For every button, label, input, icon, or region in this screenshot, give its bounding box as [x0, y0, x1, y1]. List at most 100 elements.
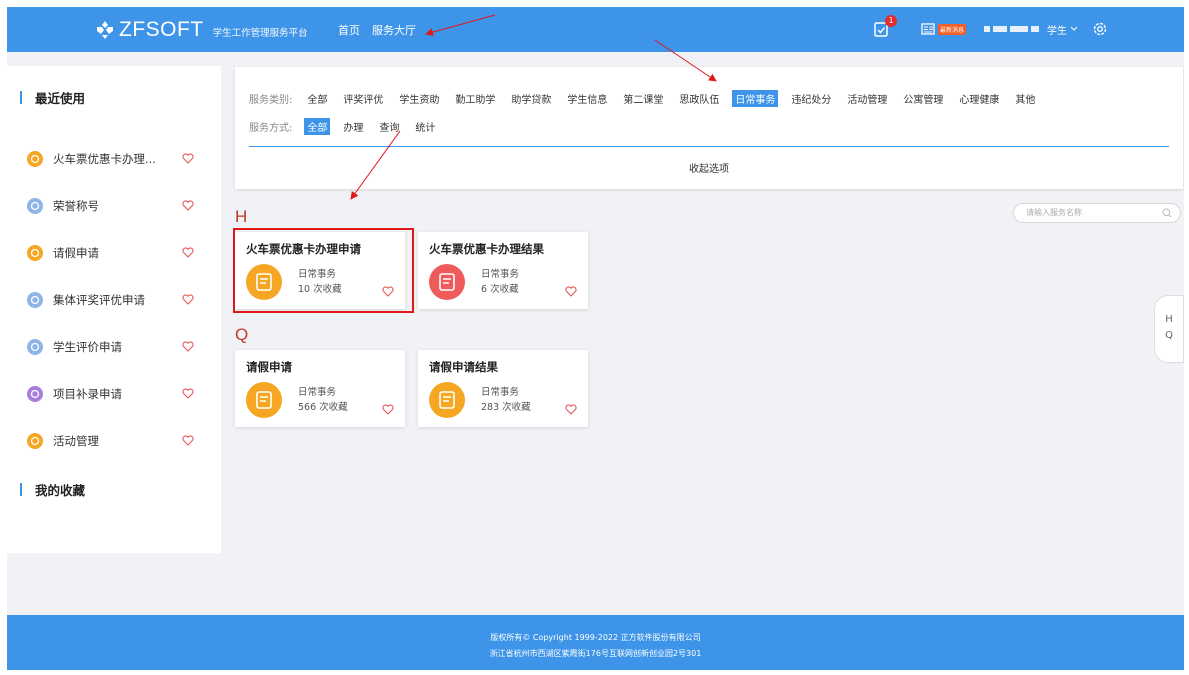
index-letter-h[interactable]: H: [1155, 312, 1183, 328]
top-header: ZFSOFT 学生工作管理服务平台 首页 服务大厅 1 最新消息 学生: [7, 7, 1184, 52]
sidebar: 最近使用 火车票优惠卡办理... 荣誉称号请假申请集体评奖评优申请学生评价申请项目…: [7, 66, 221, 553]
mode-label: 服务方式:: [249, 123, 293, 134]
heart-icon[interactable]: [182, 153, 194, 164]
sidebar-item-label: 火车票优惠卡办理...: [53, 152, 156, 166]
sidebar-item[interactable]: 集体评奖评优申请: [27, 290, 207, 310]
category-option[interactable]: 活动管理: [844, 90, 890, 107]
sidebar-item-label: 活动管理: [53, 434, 99, 448]
mode-option[interactable]: 全部: [304, 118, 331, 135]
annotation-highlight-box: [233, 228, 414, 313]
favorites-title: 我的收藏: [20, 480, 85, 499]
search-icon[interactable]: [1162, 208, 1172, 218]
service-icon: [27, 386, 43, 402]
role-label: 学生: [1047, 25, 1068, 37]
heart-icon[interactable]: [182, 200, 194, 211]
service-icon: [27, 433, 43, 449]
heart-icon[interactable]: [382, 400, 394, 415]
heart-icon[interactable]: [565, 400, 577, 415]
divider: [249, 146, 1169, 147]
category-option[interactable]: 评奖评优: [340, 90, 386, 107]
mode-option[interactable]: 统计: [412, 118, 438, 135]
card-title: 请假申请: [246, 360, 292, 374]
logo-text: ZFSOFT: [119, 18, 204, 41]
page: ZFSOFT 学生工作管理服务平台 首页 服务大厅 1 最新消息 学生 最近使用…: [7, 7, 1184, 670]
role-dropdown[interactable]: 学生: [1047, 22, 1078, 37]
footer: 版权所有© Copyright 1999-2022 正方软件股份有限公司 浙江省…: [7, 615, 1184, 670]
service-icon: [27, 198, 43, 214]
service-card[interactable]: 火车票优惠卡办理结果日常事务 6 次收藏: [418, 232, 588, 309]
heart-icon[interactable]: [182, 341, 194, 352]
category-option[interactable]: 勤工助学: [452, 90, 498, 107]
sidebar-item[interactable]: 活动管理: [27, 431, 207, 451]
category-option[interactable]: 公寓管理: [900, 90, 946, 107]
heart-icon[interactable]: [182, 388, 194, 399]
recent-title: 最近使用: [20, 88, 85, 107]
group-letter: Q: [235, 325, 249, 344]
logo-icon: [97, 21, 113, 39]
footer-copyright: 版权所有© Copyright 1999-2022 正方软件股份有限公司: [490, 633, 701, 642]
sidebar-item[interactable]: 火车票优惠卡办理...: [27, 149, 207, 169]
category-row: 服务类别: 全部 评奖评优 学生资助 勤工助学 助学贷款 学生信息 第二课堂 思政队伍 日常事务…: [249, 90, 1048, 107]
news-tag: 最新消息: [938, 23, 967, 35]
top-nav: 首页 服务大厅: [338, 22, 416, 38]
heart-icon[interactable]: [182, 435, 194, 446]
news-button[interactable]: 最新消息: [921, 23, 967, 35]
service-icon: [429, 264, 465, 300]
card-favorite-count: 6 次收藏: [481, 284, 519, 295]
mode-option[interactable]: 办理: [340, 118, 366, 135]
card-category: 日常事务: [481, 387, 520, 398]
service-icon: [246, 382, 282, 418]
logo-subtitle: 学生工作管理服务平台: [212, 27, 308, 39]
notification-badge: 1: [885, 15, 897, 27]
category-option[interactable]: 日常事务: [732, 90, 779, 107]
category-option[interactable]: 学生资助: [396, 90, 442, 107]
header-right: 1 最新消息 学生: [873, 15, 1108, 40]
service-icon: [429, 382, 465, 418]
category-option[interactable]: 心理健康: [956, 90, 1002, 107]
index-letter-q[interactable]: Q: [1155, 328, 1183, 344]
gear-icon[interactable]: [1092, 21, 1108, 37]
service-icon: [27, 245, 43, 261]
card-category: 日常事务: [298, 387, 337, 398]
alphabet-index: H Q: [1154, 295, 1184, 363]
card-title: 火车票优惠卡办理结果: [429, 242, 544, 256]
sidebar-item[interactable]: 学生评价申请: [27, 337, 207, 357]
category-option[interactable]: 学生信息: [564, 90, 610, 107]
collapse-options-button[interactable]: 收起选项: [235, 160, 1183, 175]
sidebar-item[interactable]: 项目补录申请: [27, 384, 207, 404]
card-title: 请假申请结果: [429, 360, 498, 374]
todo-button[interactable]: 1: [873, 15, 897, 38]
sidebar-item[interactable]: 荣誉称号: [27, 196, 207, 216]
heart-icon[interactable]: [565, 282, 577, 297]
sidebar-item[interactable]: 请假申请: [27, 243, 207, 263]
card-favorite-count: 566 次收藏: [298, 402, 348, 413]
sidebar-item-label: 荣誉称号: [53, 199, 99, 213]
card-category: 日常事务: [481, 269, 520, 280]
filter-panel: 服务类别: 全部 评奖评优 学生资助 勤工助学 助学贷款 学生信息 第二课堂 思政队伍 日常事务…: [235, 67, 1183, 189]
heart-icon[interactable]: [182, 247, 194, 258]
chevron-down-icon: [1070, 26, 1078, 31]
category-option[interactable]: 助学贷款: [508, 90, 554, 107]
category-option[interactable]: 第二课堂: [620, 90, 666, 107]
category-label: 服务类别:: [249, 95, 293, 106]
logo[interactable]: ZFSOFT 学生工作管理服务平台: [95, 17, 308, 43]
nav-home[interactable]: 首页: [338, 22, 360, 38]
news-icon: [921, 23, 935, 35]
mode-option[interactable]: 查询: [376, 118, 402, 135]
card-favorite-count: 283 次收藏: [481, 402, 531, 413]
category-option[interactable]: 思政队伍: [676, 90, 722, 107]
sidebar-item-label: 项目补录申请: [53, 387, 122, 401]
mode-row: 服务方式: 全部 办理 查询 统计: [249, 118, 448, 135]
category-option[interactable]: 其他: [1012, 90, 1038, 107]
service-icon: [27, 151, 43, 167]
service-icon: [27, 292, 43, 308]
nav-service-hall[interactable]: 服务大厅: [372, 22, 416, 38]
category-option[interactable]: 全部: [304, 90, 330, 107]
category-option[interactable]: 违纪处分: [788, 90, 834, 107]
search-placeholder: 请输入服务名称: [1026, 208, 1082, 217]
service-search-input[interactable]: 请输入服务名称: [1013, 203, 1181, 223]
service-card[interactable]: 请假申请结果日常事务 283 次收藏: [418, 350, 588, 427]
sidebar-item-label: 集体评奖评优申请: [53, 293, 145, 307]
heart-icon[interactable]: [182, 294, 194, 305]
service-card[interactable]: 请假申请日常事务 566 次收藏: [235, 350, 405, 427]
